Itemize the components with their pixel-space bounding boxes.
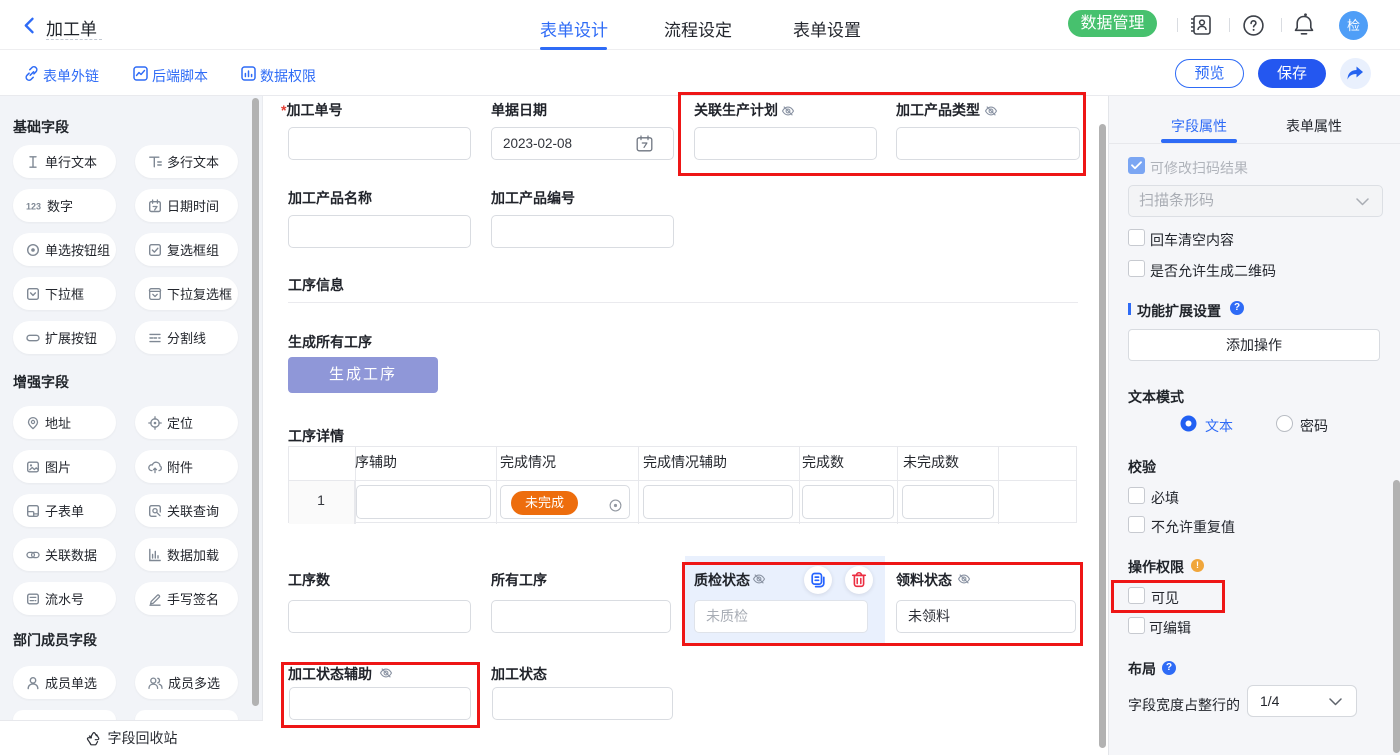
svg-text:123: 123 — [26, 201, 41, 211]
